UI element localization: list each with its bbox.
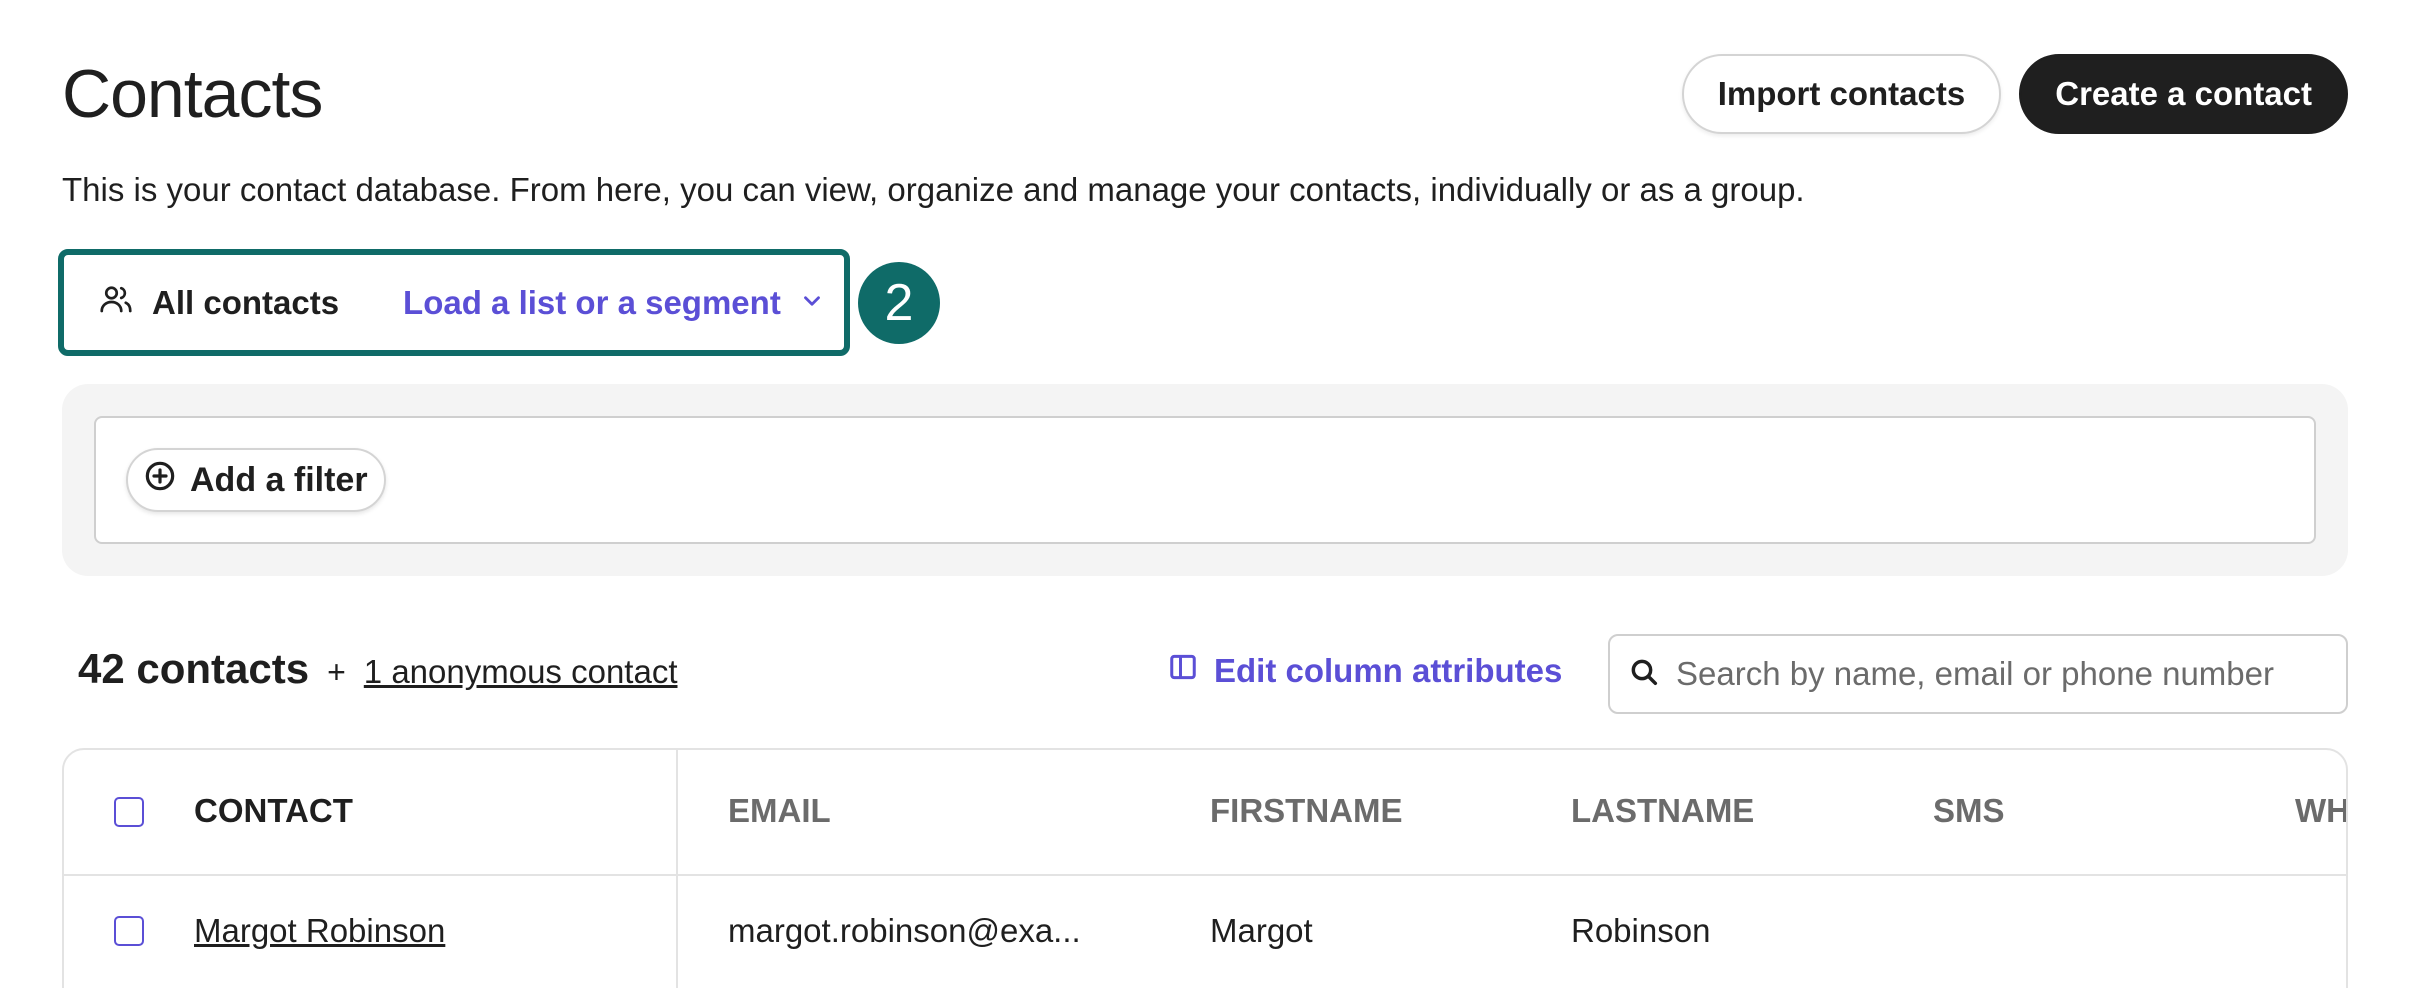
plus-circle-icon (144, 460, 176, 501)
add-filter-button[interactable]: Add a filter (126, 448, 386, 512)
plus-sign: + (327, 654, 346, 690)
column-header-sms[interactable]: SMS (1933, 792, 2005, 830)
contacts-summary: 42 contacts + 1 anonymous contact (78, 645, 678, 693)
load-list-dropdown[interactable]: Load a list or a segment (403, 284, 825, 322)
column-header-whatsapp[interactable]: WHA (2295, 792, 2346, 830)
search-input[interactable] (1676, 655, 2316, 693)
edit-columns-label: Edit column attributes (1214, 652, 1563, 689)
create-contact-button[interactable]: Create a contact (2019, 54, 2348, 134)
import-contacts-button[interactable]: Import contacts (1681, 54, 2002, 134)
anonymous-contact-link[interactable]: 1 anonymous contact (364, 653, 678, 691)
add-filter-label: Add a filter (190, 460, 368, 499)
page-description: This is your contact database. From here… (62, 171, 1805, 208)
edit-column-attributes-button[interactable]: Edit column attributes (1168, 652, 1562, 690)
column-header-contact[interactable]: CONTACT (194, 792, 353, 830)
all-contacts-label: All contacts (152, 283, 340, 321)
filter-panel: Add a filter (62, 384, 2348, 576)
column-divider (676, 750, 678, 988)
column-header-lastname[interactable]: LASTNAME (1571, 792, 1754, 830)
chevron-down-icon (799, 284, 825, 322)
contact-count: 42 contacts (78, 645, 310, 692)
users-icon (98, 281, 134, 325)
row-checkbox[interactable] (114, 916, 144, 946)
contacts-table: CONTACT EMAIL FIRSTNAME LASTNAME SMS WHA… (62, 748, 2348, 988)
filter-bar: Add a filter (94, 416, 2316, 544)
header-row-divider (64, 874, 2346, 876)
step-badge: 2 (858, 262, 940, 344)
select-all-checkbox[interactable] (114, 797, 144, 827)
column-header-email[interactable]: EMAIL (728, 792, 831, 830)
header-actions: Import contacts Create a contact (1681, 54, 2348, 134)
contact-firstname: Margot (1210, 912, 1313, 949)
list-selector: All contacts Load a list or a segment (58, 249, 850, 356)
all-contacts[interactable]: All contacts (98, 281, 339, 325)
columns-icon (1168, 652, 1198, 690)
search-icon (1628, 656, 1660, 693)
page-title: Contacts (62, 56, 323, 132)
contact-name-link[interactable]: Margot Robinson (194, 912, 445, 950)
search-box (1608, 634, 2348, 714)
contact-lastname: Robinson (1571, 912, 1711, 949)
contact-email: margot.robinson@exa... (728, 912, 1081, 949)
column-header-firstname[interactable]: FIRSTNAME (1210, 792, 1403, 830)
load-list-label: Load a list or a segment (403, 283, 781, 321)
